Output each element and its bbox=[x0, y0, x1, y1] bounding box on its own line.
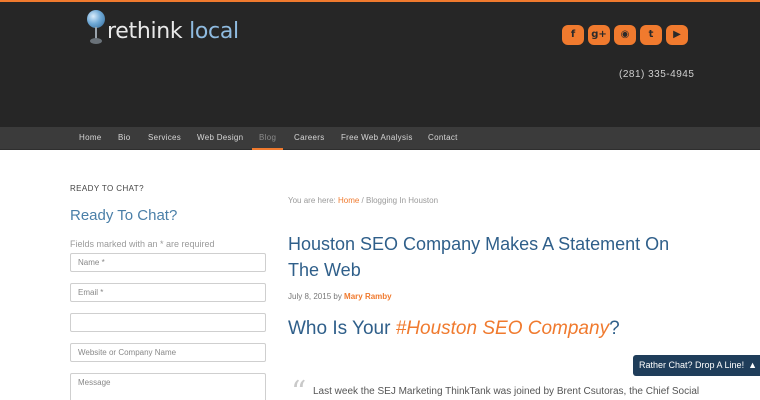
post-author-link[interactable]: Mary Ramby bbox=[344, 292, 392, 301]
nav-contact[interactable]: Contact bbox=[428, 127, 458, 150]
map-pin-icon bbox=[87, 10, 105, 46]
nav-home[interactable]: Home bbox=[79, 127, 102, 150]
chat-label: Rather Chat? Drop A Line! bbox=[639, 360, 745, 370]
logo-word-rethink: rethink bbox=[107, 19, 183, 44]
message-field[interactable]: Message bbox=[70, 373, 266, 400]
post-body-text: Last week the SEJ Marketing ThinkTank wa… bbox=[313, 386, 700, 397]
required-fields-note: Fields marked with an * are required bbox=[70, 239, 215, 249]
post-meta: July 8, 2015 by Mary Ramby bbox=[288, 292, 392, 301]
google-plus-icon[interactable]: g+ bbox=[588, 25, 610, 45]
hashtag-link[interactable]: #Houston SEO Company bbox=[396, 318, 609, 339]
twitter-icon[interactable]: t bbox=[640, 25, 662, 45]
logo-text: rethink local bbox=[107, 20, 239, 44]
rss-icon[interactable]: ◉ bbox=[614, 25, 636, 45]
quote-icon: “ bbox=[291, 375, 307, 400]
breadcrumb: You are here: Home / Blogging In Houston bbox=[288, 196, 438, 205]
breadcrumb-separator: / bbox=[359, 196, 366, 205]
breadcrumb-current: Blogging In Houston bbox=[365, 196, 439, 205]
email-field[interactable]: Email * bbox=[70, 283, 266, 302]
sidebar-title: Ready To Chat? bbox=[70, 207, 178, 224]
phone-number[interactable]: (281) 335-4945 bbox=[619, 69, 694, 80]
post-date: July 8, 2015 bbox=[288, 292, 332, 301]
nav-services[interactable]: Services bbox=[148, 127, 181, 150]
nav-web-design[interactable]: Web Design bbox=[197, 127, 243, 150]
social-links: f g+ ◉ t ▶ bbox=[562, 25, 688, 45]
logo-word-local: local bbox=[189, 19, 239, 44]
chat-widget-button[interactable]: Rather Chat? Drop A Line! ▲ bbox=[633, 355, 760, 376]
sidebar-label: READY TO CHAT? bbox=[70, 184, 144, 193]
breadcrumb-home-link[interactable]: Home bbox=[338, 196, 359, 205]
phone-field[interactable] bbox=[70, 313, 266, 332]
nav-bio[interactable]: Bio bbox=[118, 127, 130, 150]
name-field[interactable]: Name * bbox=[70, 253, 266, 272]
main-nav: Home Bio Services Web Design Blog Career… bbox=[0, 127, 760, 150]
facebook-icon[interactable]: f bbox=[562, 25, 584, 45]
subtitle-pre: Who Is Your bbox=[288, 318, 396, 339]
youtube-icon[interactable]: ▶ bbox=[666, 25, 688, 45]
chevron-up-icon: ▲ bbox=[748, 360, 757, 370]
post-title: Houston SEO Company Makes A Statement On… bbox=[288, 234, 670, 280]
post-by: by bbox=[331, 292, 345, 301]
website-field[interactable]: Website or Company Name bbox=[70, 343, 266, 362]
nav-careers[interactable]: Careers bbox=[294, 127, 325, 150]
nav-free-web-analysis[interactable]: Free Web Analysis bbox=[341, 127, 413, 150]
subtitle-post: ? bbox=[609, 318, 620, 339]
breadcrumb-prefix: You are here: bbox=[288, 196, 338, 205]
site-logo[interactable]: rethink local bbox=[87, 10, 239, 46]
post-subtitle: Who Is Your #Houston SEO Company? bbox=[288, 318, 620, 340]
nav-blog[interactable]: Blog bbox=[252, 127, 284, 150]
site-header: rethink local f g+ ◉ t ▶ (281) 335-4945 bbox=[0, 0, 760, 127]
